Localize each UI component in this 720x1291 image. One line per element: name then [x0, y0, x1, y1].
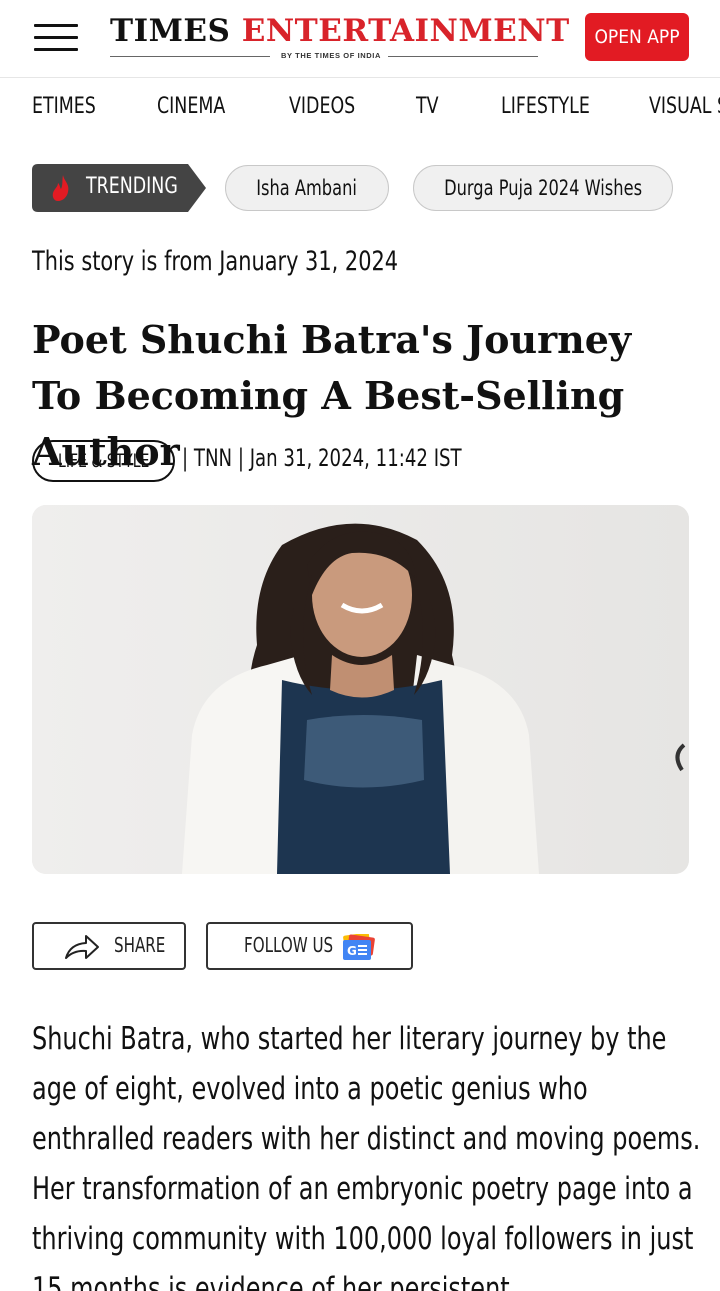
- trending-topic-label: Durga Puja 2024 Wishes: [444, 176, 642, 200]
- category-pill[interactable]: LIFE & STYLE: [32, 440, 175, 482]
- story-date-notice: This story is from January 31, 2024: [32, 246, 399, 277]
- nav-item-etimes[interactable]: ETIMES: [32, 94, 96, 119]
- logo-word-entertainment: ENTERTAINMENT: [241, 13, 570, 49]
- article-meta: LIFE & STYLE | TNN | Jan 31, 2024, 11:42…: [32, 440, 692, 482]
- svg-text:G: G: [347, 944, 357, 958]
- nav-item-visual-stories[interactable]: VISUAL S: [649, 94, 720, 119]
- article-body: Shuchi Batra, who started her literary j…: [32, 1014, 720, 1291]
- author-portrait: [32, 505, 689, 874]
- article-byline: | TNN | Jan 31, 2024, 11:42 IST: [182, 444, 462, 472]
- flame-icon: [52, 175, 69, 201]
- google-news-icon: G: [343, 934, 375, 960]
- hamburger-menu-icon[interactable]: [34, 24, 78, 52]
- article-photo[interactable]: [32, 505, 689, 874]
- category-label: LIFE & STYLE: [57, 450, 150, 472]
- follow-us-label: FOLLOW US: [244, 933, 334, 957]
- logo-word-times: TIMES: [110, 13, 231, 49]
- trending-label: TRENDING: [86, 174, 178, 199]
- trending-topic-durga-puja[interactable]: Durga Puja 2024 Wishes: [413, 165, 673, 211]
- trending-topic-label: Isha Ambani: [256, 176, 358, 200]
- share-arrow-icon: [65, 935, 99, 959]
- follow-us-button[interactable]: FOLLOW US G: [206, 922, 413, 970]
- nav-item-cinema[interactable]: CINEMA: [157, 94, 225, 119]
- open-app-button[interactable]: OPEN APP: [585, 13, 689, 61]
- trending-topic-isha-ambani[interactable]: Isha Ambani: [225, 165, 389, 211]
- nav-item-tv[interactable]: TV: [416, 94, 439, 119]
- nav-item-lifestyle[interactable]: LIFESTYLE: [501, 94, 590, 119]
- nav-item-videos[interactable]: VIDEOS: [289, 94, 355, 119]
- times-entertainment-logo[interactable]: TIMES ENTERTAINMENT BY THE TIMES OF INDI…: [110, 12, 569, 62]
- article-paragraph: Shuchi Batra, who started her literary j…: [32, 1021, 701, 1291]
- top-header: TIMES ENTERTAINMENT BY THE TIMES OF INDI…: [0, 0, 720, 78]
- trending-badge: TRENDING: [32, 164, 206, 212]
- section-nav: ETIMES CINEMA VIDEOS TV LIFESTYLE VISUAL…: [0, 78, 720, 144]
- share-label: SHARE: [114, 933, 166, 957]
- share-button[interactable]: SHARE: [32, 922, 186, 970]
- logo-tagline: BY THE TIMES OF INDIA: [281, 51, 381, 60]
